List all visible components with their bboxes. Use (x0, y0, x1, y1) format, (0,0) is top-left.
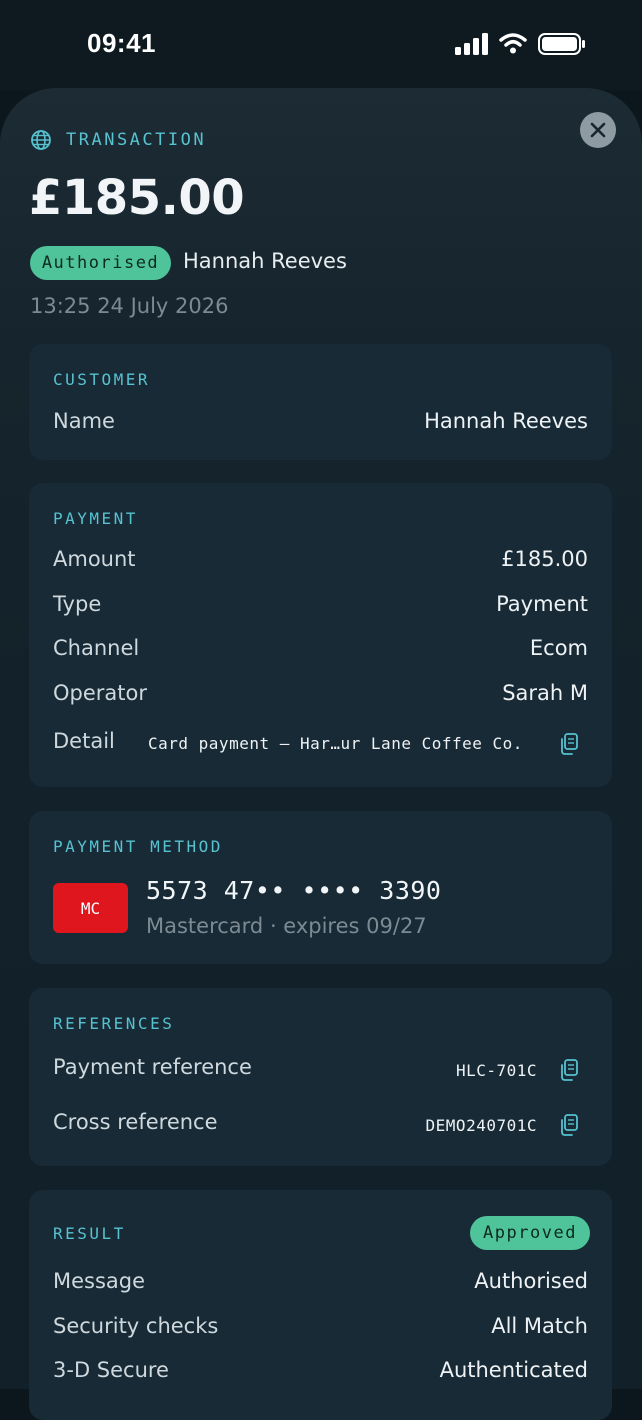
row-value-payment-reference: HLC-701C (455, 1061, 537, 1080)
customer-card: CUSTOMER Name Hannah Reeves (29, 344, 612, 460)
status-badge: Authorised (30, 246, 171, 280)
copy-icon[interactable] (558, 1058, 580, 1082)
result-badge: Approved (470, 1216, 590, 1250)
close-icon (590, 122, 606, 138)
status-time: 09:41 (87, 28, 156, 58)
row-label-amount: Amount (53, 547, 136, 571)
card-brand-logo: MC (53, 883, 128, 933)
payment-card: PAYMENT Amount £185.00 Type Payment Chan… (29, 483, 612, 787)
row-value-message: Authorised (474, 1269, 588, 1293)
battery-icon (538, 33, 585, 55)
close-button[interactable] (580, 112, 616, 148)
row-value-name: Hannah Reeves (424, 409, 588, 433)
section-label-transaction: TRANSACTION (66, 130, 207, 150)
payment-method-card: PAYMENT METHOD MC 5573 47•• •••• 3390 Ma… (29, 811, 612, 964)
card-title-customer: CUSTOMER (53, 370, 151, 389)
copy-icon[interactable] (558, 732, 580, 756)
row-value-amount: £185.00 (501, 547, 588, 571)
row-value-type: Payment (496, 592, 588, 616)
row-label-message: Message (53, 1269, 146, 1293)
card-title-references: REFERENCES (53, 1014, 175, 1033)
card-title-payment-method: PAYMENT METHOD (53, 837, 223, 856)
card-title-result: RESULT (53, 1224, 126, 1243)
masked-card-number: 5573 47•• •••• 3390 (146, 876, 442, 905)
row-label-3ds: 3-D Secure (53, 1358, 169, 1382)
copy-icon[interactable] (558, 1113, 580, 1137)
row-value-channel: Ecom (529, 636, 588, 660)
customer-name-header: Hannah Reeves (183, 249, 347, 273)
row-label-cross-reference: Cross reference (53, 1110, 218, 1134)
card-expiry-info: Mastercard · expires 09/27 (146, 914, 427, 938)
card-title-payment: PAYMENT (53, 509, 138, 528)
wifi-icon (499, 33, 527, 54)
row-label-security-checks: Security checks (53, 1314, 219, 1338)
row-value-detail: Card payment — Har…ur Lane Coffee Co. (148, 734, 523, 753)
row-label-operator: Operator (53, 681, 147, 705)
references-card: REFERENCES Payment reference HLC-701C Cr… (29, 988, 612, 1166)
transaction-timestamp: 13:25 24 July 2026 (30, 294, 229, 318)
row-value-security-checks: All Match (491, 1314, 588, 1338)
row-label-type: Type (53, 592, 102, 616)
row-value-cross-reference: DEMO240701C (425, 1116, 537, 1135)
row-label-payment-reference: Payment reference (53, 1055, 252, 1079)
signal-icon (455, 33, 488, 55)
row-label-name: Name (53, 409, 115, 433)
row-value-3ds: Authenticated (439, 1358, 588, 1382)
globe-icon (31, 130, 51, 150)
status-bar: 09:41 (0, 0, 642, 90)
row-label-detail: Detail (53, 729, 115, 753)
row-label-channel: Channel (53, 636, 140, 660)
transaction-amount: £185.00 (29, 170, 245, 226)
row-value-operator: Sarah M (502, 681, 588, 705)
